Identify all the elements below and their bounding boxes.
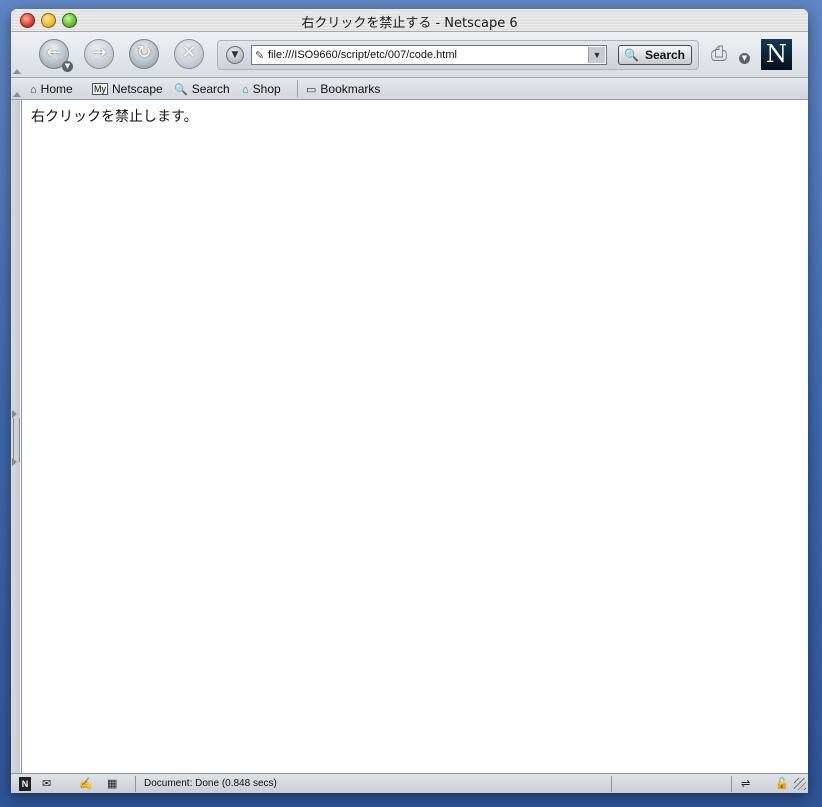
status-text: Document: Done (0.848 secs) — [144, 778, 277, 789]
reload-button[interactable]: ↻ — [129, 39, 159, 69]
toolbar-separator — [297, 80, 298, 97]
home-icon: ⌂ — [30, 84, 37, 96]
page-message: 右クリックを禁止します。 — [31, 109, 198, 125]
url-history-dropdown-icon[interactable]: ▼ — [226, 46, 244, 64]
personal-toolbar-grip[interactable] — [13, 91, 21, 97]
stop-icon: ✕ — [181, 42, 197, 63]
search-button[interactable]: 🔍 Search — [618, 45, 692, 65]
mail-icon[interactable]: ✉ — [42, 777, 51, 791]
toolbar-item-netscape[interactable]: My Netscape — [92, 81, 163, 97]
forward-arrow-icon: → — [91, 42, 107, 63]
page-proxy-icon[interactable]: ✎ — [255, 49, 264, 64]
page-content[interactable]: 右クリックを禁止します。 — [21, 100, 808, 773]
stop-button[interactable]: ✕ — [174, 39, 204, 69]
status-divider — [731, 776, 732, 792]
composer-icon[interactable]: ▦ — [107, 777, 117, 791]
url-dropdown-icon[interactable]: ▼ — [588, 47, 605, 63]
printer-icon: ⎙ — [711, 41, 727, 65]
url-bar-group: ▼ ✎ file:///ISO9660/script/etc/007/code.… — [217, 40, 699, 70]
search-icon: 🔍 — [174, 84, 188, 96]
url-input[interactable]: ✎ file:///ISO9660/script/etc/007/code.ht… — [251, 45, 607, 65]
reload-icon: ↻ — [136, 42, 152, 63]
instant-messenger-icon[interactable]: ✍ — [79, 777, 93, 791]
netscape-logo[interactable]: N — [761, 39, 792, 70]
personal-toolbar: ⌂ Home My Netscape 🔍 Search ⌂ Shop ▭ Bookmark… — [11, 78, 808, 100]
toolbar-item-shop[interactable]: ⌂ Shop — [242, 81, 281, 97]
security-lock-icon[interactable]: 🔓 — [775, 777, 789, 791]
sidebar-open-arrow-icon[interactable] — [12, 458, 17, 466]
toolbar-item-home[interactable]: ⌂ Home — [30, 81, 73, 97]
back-history-dropdown-icon[interactable]: ▼ — [62, 61, 73, 72]
toolbar-item-label: Bookmarks — [320, 82, 381, 96]
toolbar-collapse-grip[interactable] — [13, 68, 21, 74]
shop-icon: ⌂ — [242, 84, 249, 96]
toolbar-item-search[interactable]: 🔍 Search — [174, 81, 230, 97]
resize-grip-icon[interactable] — [794, 778, 806, 790]
browser-window: 右クリックを禁止する - Netscape 6 ← ▼ → ↻ ✕ ▼ ✎ fi… — [11, 9, 808, 793]
status-bar: N ✉ ✍ ▦ Document: Done (0.848 secs) ⇌ 🔓 — [11, 773, 808, 793]
print-dropdown-icon[interactable]: ▼ — [739, 53, 750, 64]
toolbar-item-label: Shop — [252, 82, 281, 96]
search-button-label: Search — [644, 48, 685, 62]
sidebar-grip[interactable] — [13, 418, 20, 462]
forward-button[interactable]: → — [84, 39, 114, 69]
my-netscape-icon: My — [92, 83, 108, 95]
back-arrow-icon: ← — [46, 42, 62, 63]
online-connection-icon[interactable]: ⇌ — [741, 777, 750, 791]
status-divider — [611, 776, 612, 792]
bookmarks-folder-icon: ▭ — [306, 84, 317, 96]
toolbar-item-bookmarks[interactable]: ▭ Bookmarks — [306, 81, 380, 97]
navigation-toolbar: ← ▼ → ↻ ✕ ▼ ✎ file:///ISO9660/script/etc… — [11, 32, 808, 78]
netscape-component-icon[interactable]: N — [19, 777, 31, 791]
status-divider — [135, 776, 136, 792]
sidebar-toggle-strip[interactable] — [11, 100, 20, 773]
toolbar-item-label: Netscape — [112, 82, 163, 96]
url-text: file:///ISO9660/script/etc/007/code.html — [268, 49, 457, 61]
toolbar-item-label: Search — [191, 82, 230, 96]
toolbar-item-label: Home — [40, 82, 73, 96]
window-title: 右クリックを禁止する - Netscape 6 — [301, 16, 518, 31]
print-button[interactable]: ⎙ ▼ — [711, 41, 750, 65]
magnifier-icon: 🔍 — [624, 48, 639, 62]
sidebar-open-arrow-icon[interactable] — [12, 410, 17, 418]
title-bar[interactable]: 右クリックを禁止する - Netscape 6 — [11, 9, 808, 32]
back-button[interactable]: ← ▼ — [39, 39, 73, 72]
